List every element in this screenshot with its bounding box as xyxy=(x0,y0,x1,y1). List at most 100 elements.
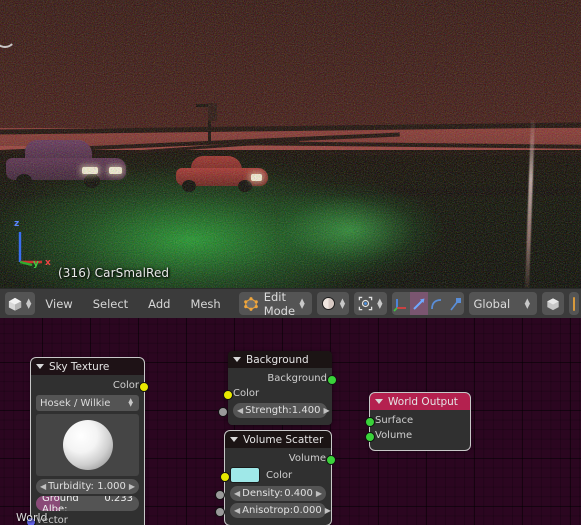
node-header-volume-scatter[interactable]: Volume Scatter xyxy=(225,431,331,448)
turbidity-field[interactable]: ◀ Turbidity: 1.000 ▶ xyxy=(36,479,139,494)
sky-type-value: Hosek / Wilkie xyxy=(40,397,111,409)
axis-label-y: y xyxy=(33,259,39,269)
proportional-edit-toggle[interactable] xyxy=(569,292,579,315)
mode-selector[interactable]: Edit Mode ▲ ▼ xyxy=(238,290,312,318)
color-swatch[interactable] xyxy=(230,467,260,483)
menu-select[interactable]: Select xyxy=(83,292,138,315)
node-title: World Output xyxy=(388,395,458,408)
menu-view[interactable]: View xyxy=(35,292,82,315)
shader-node-editor[interactable]: Sky Texture Color Hosek / Wilkie ▲ ▼ ◀ Tu… xyxy=(0,318,581,525)
socket-color-input[interactable] xyxy=(223,390,233,400)
output-socket-row-background: Background xyxy=(233,371,337,386)
node-sky-texture[interactable]: Sky Texture Color Hosek / Wilkie ▲ ▼ ◀ Tu… xyxy=(26,357,149,525)
blender-window: z y x (316) CarSmalRed ▲ ▼ View Select Ad… xyxy=(0,0,581,525)
snapping-toggle[interactable] xyxy=(542,292,564,315)
menu-mesh[interactable]: Mesh xyxy=(180,292,230,315)
input-label-volume: Volume xyxy=(375,430,413,441)
ground-albedo-value: 0.233 xyxy=(104,496,133,504)
turbidity-value: 1.000 xyxy=(97,481,126,492)
shading-sphere-icon xyxy=(321,297,335,310)
anisotropy-label: Anisotrop: xyxy=(242,505,294,516)
active-object-label: (316) CarSmalRed xyxy=(58,266,170,280)
node-background[interactable]: Background Background Color ◀ Strength: … xyxy=(218,351,337,425)
strength-label: Strength: xyxy=(245,405,292,416)
increment-icon[interactable]: ▶ xyxy=(129,482,135,491)
ground-albedo-slider[interactable]: Ground Albe: 0.233 xyxy=(36,496,139,511)
node-volume-scatter[interactable]: Volume Scatter Volume Color ◀ Density: 0… xyxy=(215,430,336,525)
socket-volume-output[interactable] xyxy=(326,455,336,465)
shading-spinner-icon[interactable]: ▲ ▼ xyxy=(340,297,345,309)
collapse-triangle-icon[interactable] xyxy=(375,399,383,404)
axis-label-z: z xyxy=(14,219,20,229)
node-body-volume-scatter: Volume Color ◀ Density: 0.400 ▶ ◀ Anisot… xyxy=(215,448,336,525)
move-gizmo-icon[interactable] xyxy=(392,292,410,315)
rotate-gizmo-icon[interactable] xyxy=(409,292,428,315)
editor-type-selector[interactable]: ▲ ▼ xyxy=(5,292,36,315)
collapse-triangle-icon[interactable] xyxy=(230,437,238,442)
socket-density-input[interactable] xyxy=(215,490,225,500)
decrement-icon[interactable]: ◀ xyxy=(234,506,240,515)
strength-value: 1.400 xyxy=(291,405,321,416)
transform-gizmo-icon[interactable] xyxy=(446,292,464,315)
increment-icon[interactable]: ▶ xyxy=(316,489,322,498)
orientation-spinner-icon[interactable]: ▲ ▼ xyxy=(525,297,530,309)
editor-type-spinner-icon[interactable]: ▲ ▼ xyxy=(26,297,31,309)
socket-background-output[interactable] xyxy=(327,375,337,385)
node-header-background[interactable]: Background xyxy=(228,351,332,368)
anisotropy-value: 0.000 xyxy=(293,505,322,516)
proportional-edit-icon xyxy=(573,296,575,311)
socket-anisotropy-input[interactable] xyxy=(215,507,225,517)
decrement-icon[interactable]: ◀ xyxy=(40,482,46,491)
anisotropy-field[interactable]: ◀ Anisotrop: 0.000 ▶ xyxy=(215,503,331,518)
node-world-output[interactable]: World Output Surface Volume xyxy=(365,392,471,451)
output-label-volume: Volume xyxy=(288,453,326,464)
node-header-sky-texture[interactable]: Sky Texture xyxy=(31,358,144,375)
socket-color-input[interactable] xyxy=(220,472,230,482)
world-datablock-label: World xyxy=(16,511,48,524)
transform-orientation-selector[interactable]: Global ▲ ▼ xyxy=(468,292,537,315)
socket-surface-input[interactable] xyxy=(365,417,375,427)
node-title: Sky Texture xyxy=(49,360,110,373)
sky-type-dropdown[interactable]: Hosek / Wilkie ▲ ▼ xyxy=(36,395,139,411)
decrement-icon[interactable]: ◀ xyxy=(234,489,240,498)
socket-volume-input[interactable] xyxy=(365,432,375,442)
scale-gizmo-icon[interactable] xyxy=(428,292,446,315)
sky-sphere-preview xyxy=(36,414,139,476)
node-body-sky-texture: Color Hosek / Wilkie ▲ ▼ ◀ Turbidity: 1.0… xyxy=(26,375,149,525)
input-label-surface: Surface xyxy=(375,415,414,426)
orientation-label: Global xyxy=(473,296,511,311)
mode-spinner-icon[interactable]: ▲ ▼ xyxy=(299,297,304,309)
editor-type-cube-icon xyxy=(8,297,22,311)
menu-add[interactable]: Add xyxy=(138,292,180,315)
strength-field[interactable]: ◀ Strength: 1.400 ▶ xyxy=(218,403,330,418)
socket-color-output[interactable] xyxy=(139,382,149,392)
node-header-world-output[interactable]: World Output xyxy=(370,393,470,410)
output-label-background: Background xyxy=(267,373,327,384)
density-field[interactable]: ◀ Density: 0.400 ▶ xyxy=(215,486,326,501)
output-socket-row-color: Color xyxy=(36,378,149,393)
pivot-spinner-icon[interactable]: ▲ ▼ xyxy=(377,297,382,309)
node-title: Volume Scatter xyxy=(243,433,324,446)
collapse-triangle-icon[interactable] xyxy=(36,364,44,369)
shading-mode-selector[interactable]: ▲ ▼ xyxy=(316,292,350,315)
socket-strength-input[interactable] xyxy=(218,407,228,417)
node-title: Background xyxy=(246,353,309,366)
output-label-color: Color xyxy=(112,380,139,391)
turbidity-label: Turbidity: xyxy=(48,481,94,492)
input-socket-row-vector: Vector xyxy=(26,513,139,525)
collapse-triangle-icon[interactable] xyxy=(233,357,241,362)
decrement-icon[interactable]: ◀ xyxy=(237,406,243,415)
increment-icon[interactable]: ▶ xyxy=(323,406,329,415)
node-body-world-output: Surface Volume xyxy=(365,410,470,450)
sky-type-spinner-icon[interactable]: ▲ ▼ xyxy=(128,398,133,408)
axis-label-x: x xyxy=(45,258,51,268)
3d-viewport[interactable]: z y x (316) CarSmalRed xyxy=(0,0,581,288)
preview-sphere xyxy=(62,420,113,470)
pivot-point-selector[interactable]: ▲ ▼ xyxy=(354,292,387,315)
density-label: Density: xyxy=(242,488,283,499)
input-label-color: Color xyxy=(266,469,293,481)
input-label-color: Color xyxy=(233,388,260,399)
density-value: 0.400 xyxy=(284,488,313,499)
increment-icon[interactable]: ▶ xyxy=(325,506,331,515)
input-socket-row-color: Color xyxy=(220,466,326,484)
